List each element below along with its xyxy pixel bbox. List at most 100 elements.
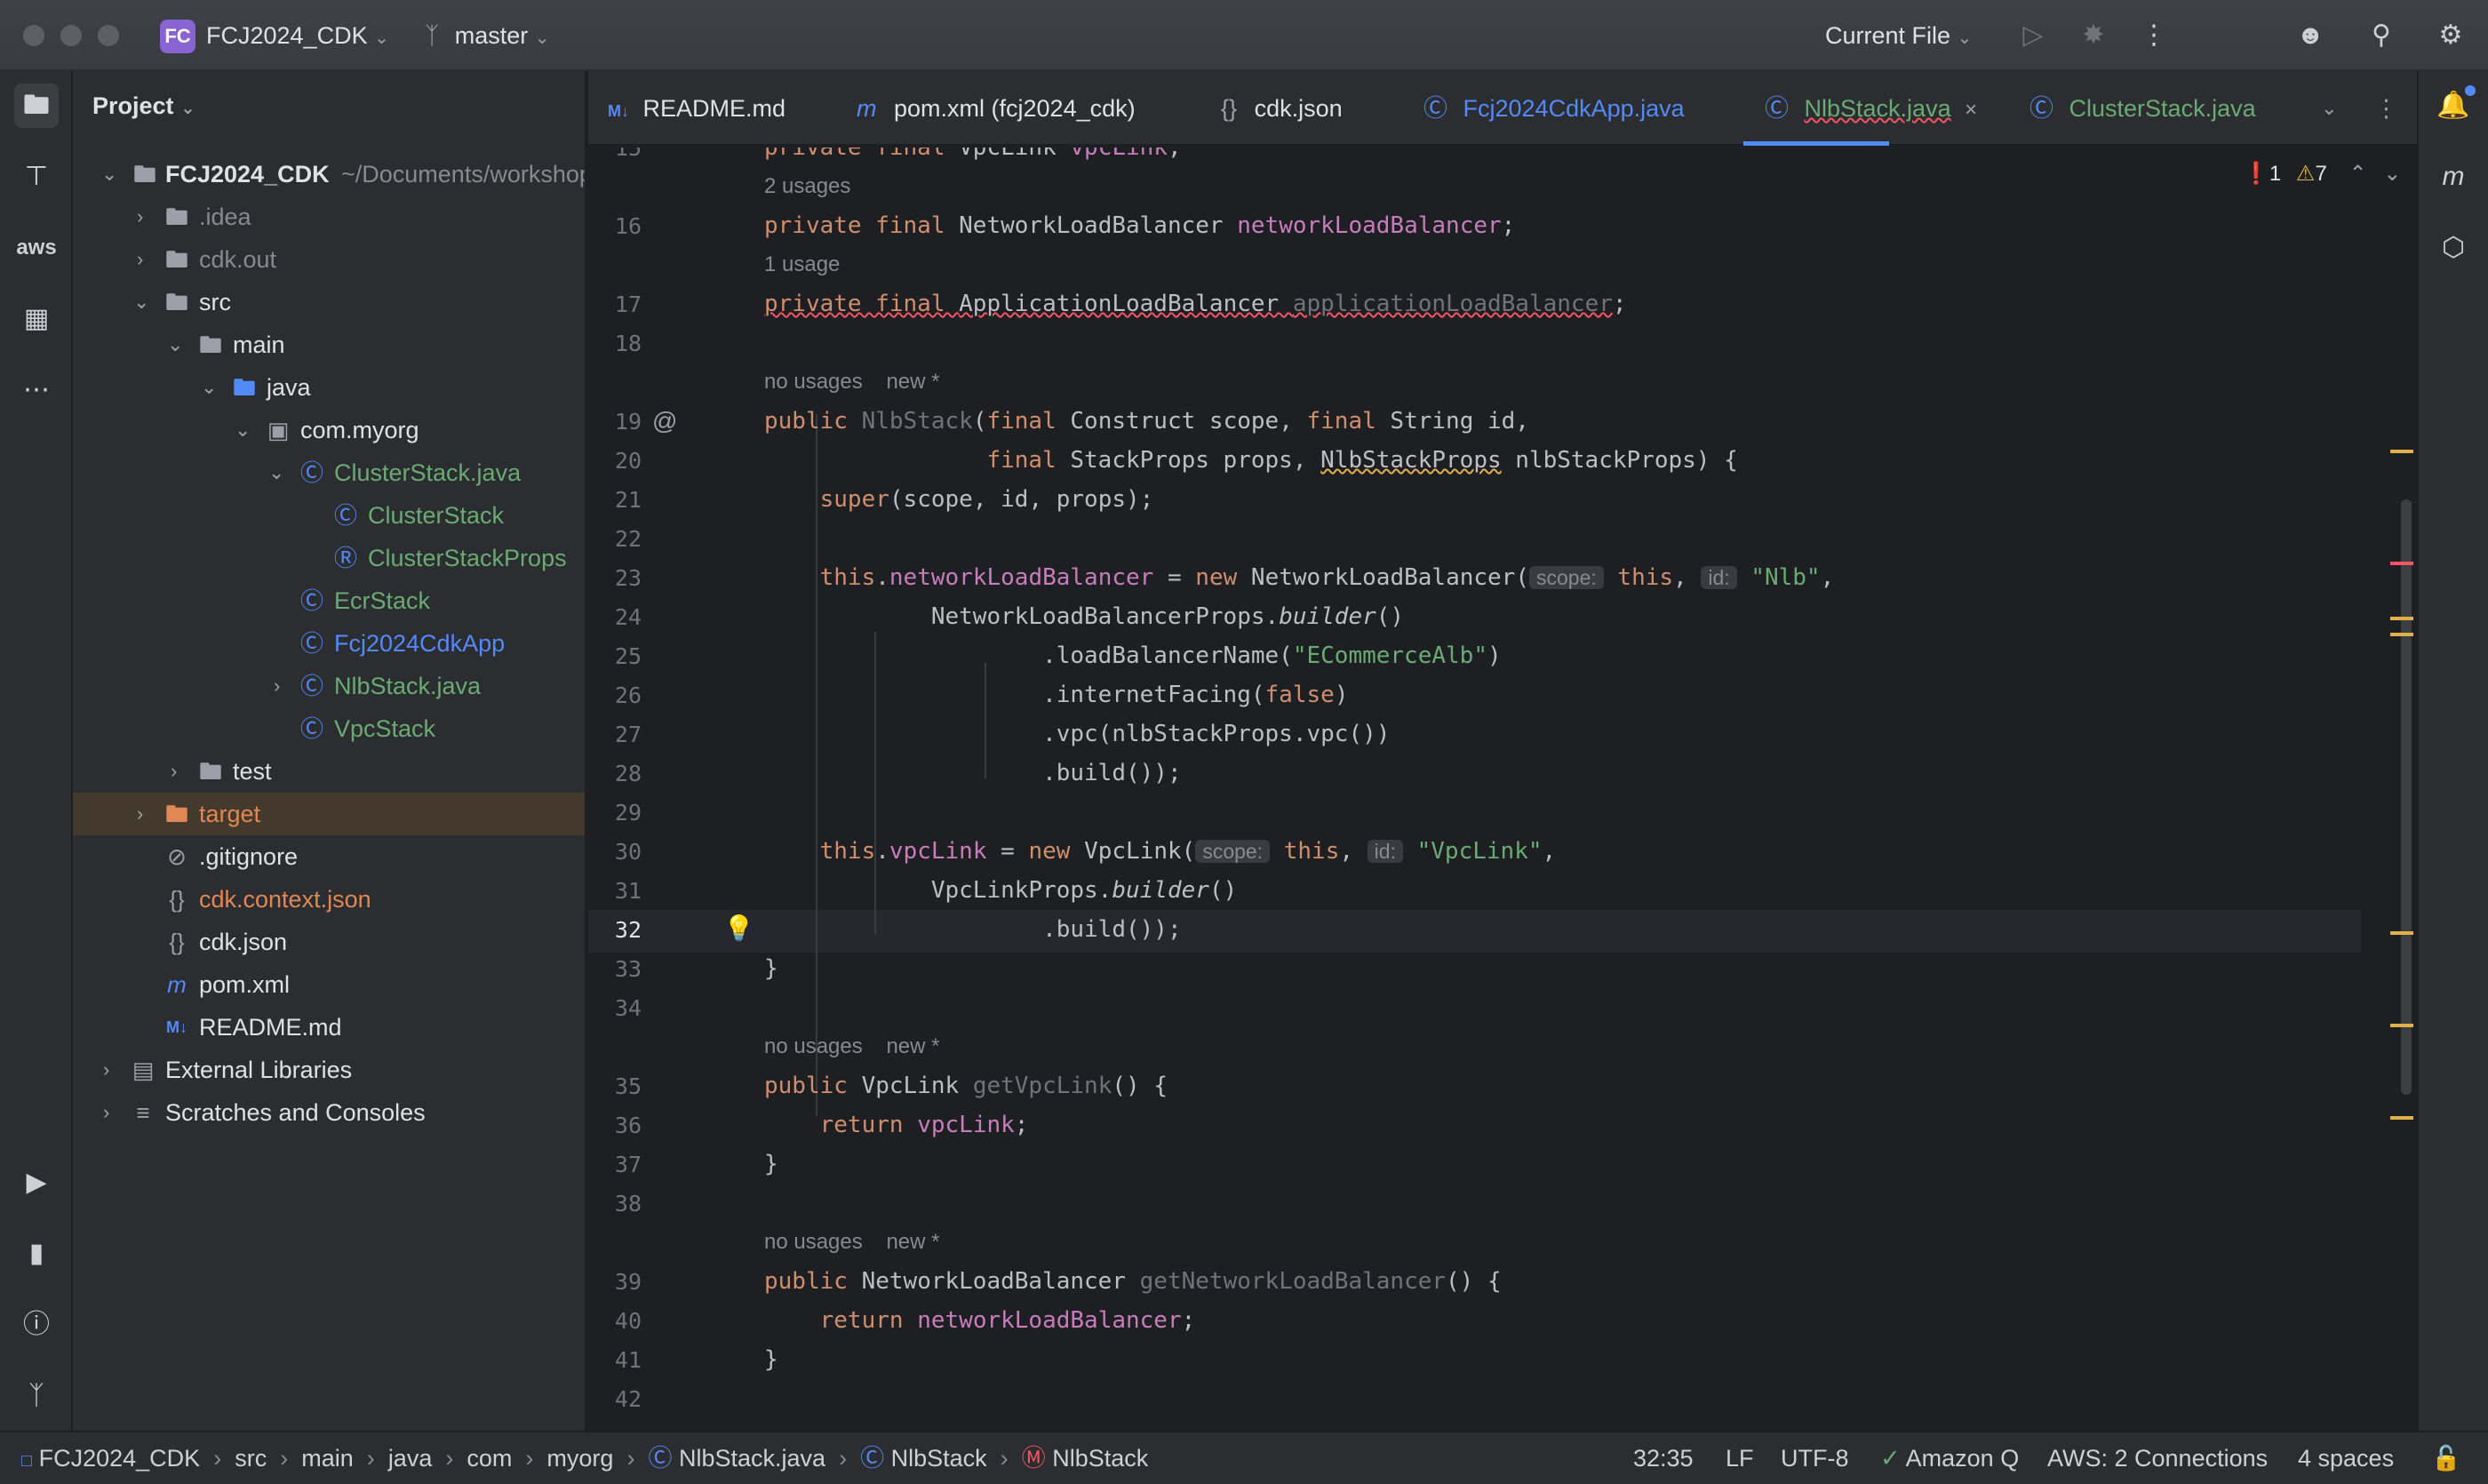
breadcrumb-item[interactable]: FCJ2024_CDK: [39, 1445, 201, 1472]
usages-hint[interactable]: no usages new *: [764, 1031, 939, 1063]
tree-item[interactable]: Ⓒ EcrStack: [73, 579, 585, 622]
warning-stripe-mark[interactable]: [2390, 1024, 2413, 1027]
warning-stripe-mark[interactable]: [2390, 617, 2413, 620]
lightbulb-icon[interactable]: 💡: [723, 914, 754, 943]
tree-item[interactable]: {} cdk.json: [73, 921, 585, 963]
tab-more-icon[interactable]: ⋮: [2374, 71, 2398, 146]
breadcrumb-item[interactable]: myorg: [546, 1445, 613, 1472]
tab-pom[interactable]: m pom.xml (fcj2024_cdk): [857, 71, 1136, 146]
inspection-widget[interactable]: ❗1 ⚠7 ⌃ ⌄: [2243, 158, 2401, 190]
chevron-up-icon[interactable]: ⌃: [2348, 162, 2366, 186]
breadcrumb-item[interactable]: NlbStack: [1052, 1445, 1148, 1472]
chevron-down-icon[interactable]: ⌄: [235, 409, 252, 451]
problems-tool-icon[interactable]: ⓘ: [14, 1303, 59, 1347]
tab-cdk-json[interactable]: {} cdk.json: [1221, 71, 1343, 146]
settings-gear-icon[interactable]: ⚙: [2433, 18, 2468, 53]
error-stripe-mark[interactable]: [2390, 562, 2413, 565]
tree-item[interactable]: › 🖿 test: [73, 750, 585, 793]
chevron-down-icon[interactable]: ⌄: [201, 366, 219, 409]
tree-item[interactable]: › ≡ Scratches and Consoles: [73, 1091, 585, 1134]
breadcrumb-item[interactable]: java: [388, 1445, 433, 1472]
aws-connections[interactable]: AWS: 2 Connections: [2047, 1432, 2268, 1484]
tree-item[interactable]: › 🖿 target: [73, 793, 585, 835]
minimize-window-button[interactable]: [60, 25, 82, 46]
tree-item[interactable]: M↓ README.md: [73, 1006, 585, 1049]
tree-item[interactable]: Ⓒ VpcStack: [73, 707, 585, 750]
chevron-down-icon[interactable]: ⌄: [133, 281, 151, 323]
warning-stripe-mark[interactable]: [2390, 931, 2413, 935]
line-separator[interactable]: LF: [1726, 1432, 1754, 1484]
tab-clusterstack[interactable]: Ⓒ ClusterStack.java: [2029, 71, 2256, 146]
warning-stripe-mark[interactable]: [2390, 633, 2413, 636]
amazon-q-status[interactable]: ✓ Amazon Q: [1880, 1432, 2019, 1484]
breadcrumb-item[interactable]: main: [301, 1445, 354, 1472]
tree-item[interactable]: ⌄ Ⓒ ClusterStack.java: [73, 451, 585, 494]
lock-icon[interactable]: 🔓: [2431, 1432, 2461, 1484]
project-tool-icon[interactable]: 🖿: [14, 84, 59, 128]
maven-icon[interactable]: m: [2431, 155, 2476, 199]
usages-hint[interactable]: 1 usage: [764, 249, 840, 281]
maximize-window-button[interactable]: [98, 25, 119, 46]
terminal-tool-icon[interactable]: ▮: [14, 1232, 59, 1276]
tab-list-chevron-icon[interactable]: ⌄: [2321, 71, 2337, 146]
chevron-right-icon[interactable]: ›: [171, 750, 188, 793]
indent-setting[interactable]: 4 spaces: [2298, 1432, 2394, 1484]
more-icon[interactable]: ⋮: [2136, 18, 2172, 53]
more-tools-icon[interactable]: ⋯: [14, 368, 59, 412]
tree-item[interactable]: ⌄ 🖿 FCJ2024_CDK ~/Documents/workshop: [73, 153, 585, 195]
tree-item[interactable]: Ⓒ ClusterStack: [73, 494, 585, 537]
usages-hint[interactable]: no usages new *: [764, 366, 939, 398]
breadcrumb-item[interactable]: NlbStack.java: [679, 1445, 825, 1472]
chevron-right-icon[interactable]: ›: [137, 793, 155, 835]
breadcrumb-item[interactable]: NlbStack: [891, 1445, 987, 1472]
chevron-down-icon[interactable]: ⌄: [2383, 162, 2401, 186]
chevron-right-icon[interactable]: ›: [274, 665, 291, 707]
tree-item[interactable]: › 🖿 .idea: [73, 195, 585, 238]
commit-tool-icon[interactable]: ⊤: [14, 155, 59, 199]
override-marker-icon[interactable]: @: [652, 407, 677, 435]
close-window-button[interactable]: [23, 25, 44, 46]
structure-tool-icon[interactable]: ▦: [14, 297, 59, 341]
chevron-right-icon[interactable]: ›: [137, 238, 155, 281]
usages-hint[interactable]: no usages new *: [764, 1226, 939, 1258]
search-icon[interactable]: ⚲: [2364, 18, 2399, 53]
amazon-q-icon[interactable]: ⬡: [2431, 226, 2476, 270]
warning-stripe-mark[interactable]: [2390, 450, 2413, 453]
tree-item[interactable]: m pom.xml: [73, 963, 585, 1006]
tree-item[interactable]: ⌄ ▣ com.myorg: [73, 409, 585, 451]
add-user-icon[interactable]: ☻: [2293, 18, 2328, 53]
tree-item[interactable]: Ⓒ Fcj2024CdkApp: [73, 622, 585, 665]
chevron-right-icon[interactable]: ›: [103, 1091, 121, 1134]
tree-item[interactable]: Ⓡ ClusterStackProps: [73, 537, 585, 579]
branch-switcher[interactable]: ᛉ master ⌄: [425, 20, 550, 54]
caret-position[interactable]: 32:35: [1633, 1432, 1694, 1484]
usages-hint[interactable]: 2 usages: [764, 171, 850, 203]
run-icon[interactable]: ▷: [2015, 18, 2051, 53]
tree-item[interactable]: › ▤ External Libraries: [73, 1049, 585, 1091]
tab-nlbstack[interactable]: Ⓒ NlbStack.java ×: [1743, 71, 1977, 146]
tree-item[interactable]: ⌄ 🖿 java: [73, 366, 585, 409]
chevron-down-icon[interactable]: ⌄: [167, 323, 185, 366]
tree-item[interactable]: › Ⓒ NlbStack.java: [73, 665, 585, 707]
tab-fcj2024cdkapp[interactable]: Ⓒ Fcj2024CdkApp.java: [1423, 71, 1685, 146]
services-tool-icon[interactable]: ▶: [14, 1161, 59, 1205]
tree-item[interactable]: ⊘ .gitignore: [73, 835, 585, 878]
tree-item[interactable]: › 🖿 cdk.out: [73, 238, 585, 281]
tree-item[interactable]: ⌄ 🖿 main: [73, 323, 585, 366]
breadcrumb-item[interactable]: com: [466, 1445, 512, 1472]
code-editor[interactable]: ❗1 ⚠7 ⌃ ⌄ 15 16 17 18 19 20 21 22 23 24 …: [588, 148, 2417, 1431]
project-switcher[interactable]: FCJ2024_CDK ⌄: [206, 20, 389, 54]
chevron-right-icon[interactable]: ›: [103, 1049, 121, 1091]
file-encoding[interactable]: UTF-8: [1781, 1432, 1849, 1484]
chevron-down-icon[interactable]: ⌄: [101, 153, 119, 195]
aws-toolkit-icon[interactable]: aws: [14, 226, 59, 270]
debug-icon[interactable]: ✸: [2076, 18, 2111, 53]
editor-scrollbar[interactable]: [2401, 499, 2412, 1095]
close-tab-icon[interactable]: ×: [1965, 98, 1977, 122]
project-badge[interactable]: FC: [160, 20, 195, 53]
tab-readme[interactable]: M↓ README.md: [608, 71, 785, 146]
tree-item[interactable]: ⌄ 🖿 src: [73, 281, 585, 323]
run-config-selector[interactable]: Current File ⌄: [1825, 20, 1972, 54]
chevron-right-icon[interactable]: ›: [137, 195, 155, 238]
breadcrumb-item[interactable]: src: [235, 1445, 267, 1472]
